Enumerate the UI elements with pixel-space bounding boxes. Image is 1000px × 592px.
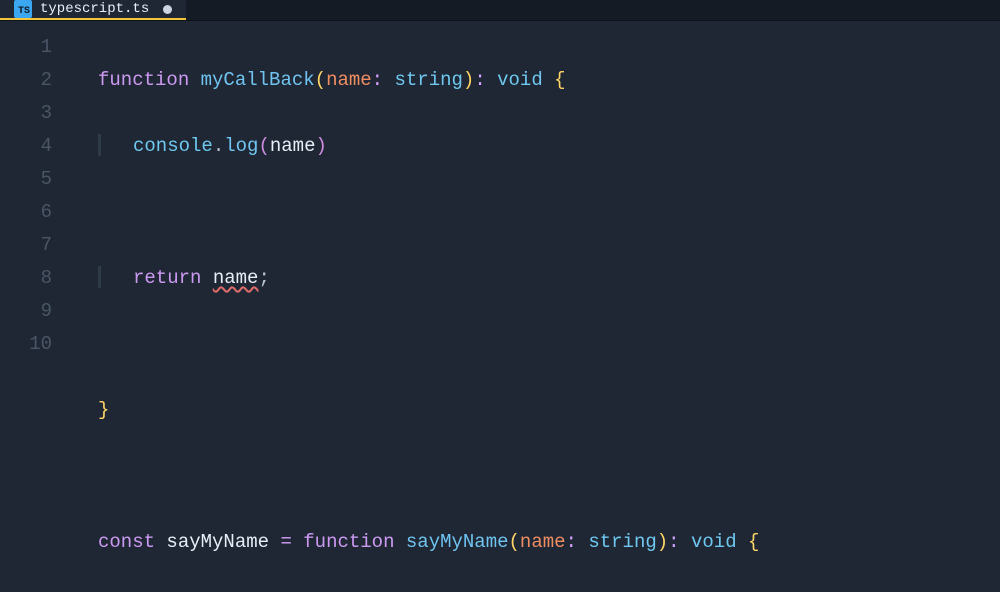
line-number: 8 xyxy=(0,262,52,295)
line-number: 7 xyxy=(0,229,52,262)
line-number: 1 xyxy=(0,31,52,64)
code-line[interactable]: const sayMyName = function sayMyName(nam… xyxy=(98,526,1000,559)
dirty-indicator-icon xyxy=(163,5,172,14)
editor-tab-typescript[interactable]: TS typescript.ts xyxy=(0,0,186,18)
indent-guide xyxy=(98,134,101,156)
line-number: 2 xyxy=(0,64,52,97)
typescript-file-icon: TS xyxy=(14,0,32,18)
line-number-gutter: 1 2 3 4 5 6 7 8 9 10 xyxy=(0,31,80,592)
code-line[interactable]: function myCallBack(name: string): void … xyxy=(98,64,1000,97)
tab-filename: typescript.ts xyxy=(40,1,149,17)
code-line[interactable] xyxy=(98,328,1000,361)
line-number: 4 xyxy=(0,130,52,163)
line-number: 9 xyxy=(0,295,52,328)
editor-tabbar: TS typescript.ts xyxy=(0,0,1000,21)
line-number: 6 xyxy=(0,196,52,229)
code-content[interactable]: function myCallBack(name: string): void … xyxy=(80,31,1000,592)
line-number: 10 xyxy=(0,328,52,361)
code-editor[interactable]: 1 2 3 4 5 6 7 8 9 10 function myCallBack… xyxy=(0,21,1000,592)
code-line[interactable] xyxy=(98,196,1000,229)
code-line[interactable]: } xyxy=(98,394,1000,427)
active-tab-underline xyxy=(0,18,186,20)
line-number: 5 xyxy=(0,163,52,196)
code-line[interactable]: console.log(name) xyxy=(98,130,1000,163)
code-line[interactable]: return name; xyxy=(98,262,1000,295)
line-number: 3 xyxy=(0,97,52,130)
error-squiggle: name xyxy=(213,267,259,289)
indent-guide xyxy=(98,266,101,288)
code-line[interactable] xyxy=(98,460,1000,493)
